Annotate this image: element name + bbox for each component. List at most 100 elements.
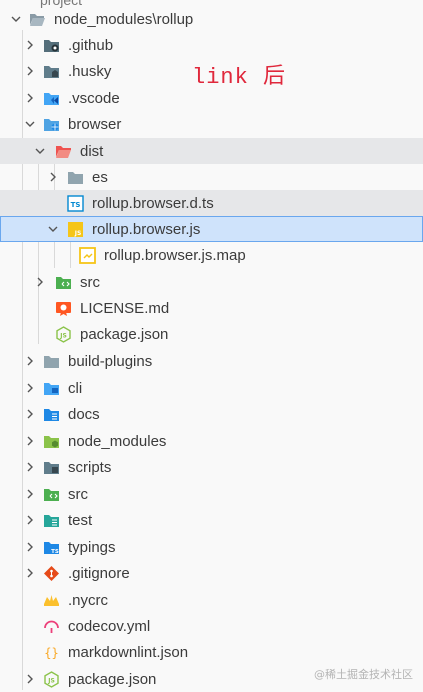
tree-item-label: rollup.browser.js.map <box>104 246 246 264</box>
tree-item-node-modules[interactable]: node_modules <box>0 428 423 454</box>
chevron-down-icon[interactable] <box>23 117 37 131</box>
tree-item-nycrc[interactable]: .nycrc <box>0 587 423 613</box>
tree-item-typings[interactable]: TS typings <box>0 534 423 560</box>
chevron-right-icon[interactable] <box>23 381 37 395</box>
chevron-down-icon[interactable] <box>9 12 23 26</box>
tree-item-codecov-yml[interactable]: codecov.yml <box>0 613 423 639</box>
svg-text:JS: JS <box>47 677 55 684</box>
svg-text:JS: JS <box>59 332 67 339</box>
tree-item-label: package.json <box>80 325 169 343</box>
tree-item-src[interactable]: src <box>0 481 423 507</box>
tree-item-label: markdownlint.json <box>68 643 189 661</box>
tree-item-rollup-browser-js-map[interactable]: rollup.browser.js.map <box>0 242 423 268</box>
tree-item-label: es <box>92 168 108 186</box>
tree-item-label: .nycrc <box>68 591 109 609</box>
src-folder-icon <box>55 274 72 291</box>
tree-item-label: .husky <box>68 62 112 80</box>
tree-item-docs[interactable]: docs <box>0 401 423 427</box>
tree-item-label: browser <box>68 115 122 133</box>
file-explorer-tree: project node_modules\rollup .github .hus… <box>0 0 423 692</box>
tree-item-label: dist <box>80 142 104 160</box>
chevron-right-icon[interactable] <box>23 434 37 448</box>
svg-text:{}: {} <box>44 646 58 660</box>
chevron-right-icon[interactable] <box>33 275 47 289</box>
chevron-right-icon[interactable] <box>23 487 37 501</box>
tree-item-label: scripts <box>68 458 112 476</box>
chevron-right-icon[interactable] <box>23 672 37 686</box>
git-icon <box>43 565 60 582</box>
tree-item-label: node_modules\rollup <box>54 10 194 28</box>
tree-item-test[interactable]: test <box>0 507 423 533</box>
tree-item-gitignore[interactable]: .gitignore <box>0 560 423 586</box>
tree-item-browser-src[interactable]: src <box>0 269 423 295</box>
tree-item-rollup-browser-d-ts[interactable]: TS rollup.browser.d.ts <box>0 190 423 216</box>
chevron-right-icon[interactable] <box>23 566 37 580</box>
browser-folder-icon <box>43 116 60 133</box>
chevron-right-icon[interactable] <box>23 354 37 368</box>
svg-text:JS: JS <box>74 230 82 237</box>
tree-item-label: cli <box>68 379 83 397</box>
svg-text:TS: TS <box>71 201 81 209</box>
tree-item-browser-package-json[interactable]: JS package.json <box>0 321 423 347</box>
tree-item-browser[interactable]: browser <box>0 111 423 137</box>
tree-item-label: .github <box>68 36 114 54</box>
scripts-folder-icon <box>43 459 60 476</box>
tree-item-label: typings <box>68 538 116 556</box>
chevron-right-icon[interactable] <box>23 64 37 78</box>
folder-open-icon <box>29 11 46 28</box>
docs-folder-icon <box>43 406 60 423</box>
tree-item-github[interactable]: .github <box>0 32 423 58</box>
javascript-file-icon: JS <box>67 221 84 238</box>
license-icon <box>55 300 72 317</box>
tree-item-label: src <box>68 485 88 503</box>
tree-item-rollup-root[interactable]: node_modules\rollup <box>0 6 423 32</box>
tree-item-cli[interactable]: cli <box>0 375 423 401</box>
tree-item-license-md[interactable]: LICENSE.md <box>0 295 423 321</box>
tree-item-es[interactable]: es <box>0 164 423 190</box>
husky-folder-icon <box>43 63 60 80</box>
tree-item-label: .vscode <box>68 89 120 107</box>
codecov-icon <box>43 618 60 635</box>
tree-item-label: .gitignore <box>68 564 130 582</box>
tree-item-label: test <box>68 511 93 529</box>
typings-folder-icon: TS <box>43 539 60 556</box>
nyc-icon <box>43 592 60 609</box>
tree-item-dist[interactable]: dist <box>0 138 423 164</box>
tree-item-label: docs <box>68 405 100 423</box>
src-folder-icon <box>43 486 60 503</box>
chevron-right-icon[interactable] <box>23 91 37 105</box>
tree-item-build-plugins[interactable]: build-plugins <box>0 348 423 374</box>
tree-item-label: rollup.browser.d.ts <box>92 194 214 212</box>
js-map-file-icon <box>79 246 96 264</box>
cli-folder-icon <box>43 380 60 397</box>
tree-item-rollup-browser-js[interactable]: JS rollup.browser.js <box>0 216 423 242</box>
chevron-right-icon[interactable] <box>23 513 37 527</box>
svg-text:TS: TS <box>51 549 59 555</box>
tree-item-label: package.json <box>68 670 157 688</box>
nodejs-icon: JS <box>55 325 72 343</box>
github-folder-icon <box>43 37 60 54</box>
folder-icon <box>67 169 84 186</box>
folder-icon <box>43 353 60 370</box>
tree-item-vscode[interactable]: .vscode <box>0 85 423 111</box>
tree-item-label: node_modules <box>68 432 167 450</box>
chevron-right-icon[interactable] <box>23 38 37 52</box>
tree-item-label: build-plugins <box>68 352 153 370</box>
tree-item-scripts[interactable]: scripts <box>0 454 423 480</box>
json-icon: {} <box>43 644 60 661</box>
chevron-down-icon[interactable] <box>33 144 47 158</box>
tree-item-markdownlint-json[interactable]: {} markdownlint.json <box>0 639 423 665</box>
typescript-def-icon: TS <box>67 194 84 212</box>
node-modules-folder-icon <box>43 433 60 450</box>
chevron-right-icon[interactable] <box>23 460 37 474</box>
chevron-right-icon[interactable] <box>23 540 37 554</box>
test-folder-icon <box>43 512 60 529</box>
vscode-folder-icon <box>43 90 60 107</box>
chevron-right-icon[interactable] <box>46 170 60 184</box>
tree-item-label: codecov.yml <box>68 617 151 635</box>
chevron-down-icon[interactable] <box>46 222 60 236</box>
nodejs-icon: JS <box>43 670 60 688</box>
watermark: @稀土掘金技术社区 <box>314 668 413 681</box>
chevron-right-icon[interactable] <box>23 407 37 421</box>
tree-item-label: LICENSE.md <box>80 299 170 317</box>
